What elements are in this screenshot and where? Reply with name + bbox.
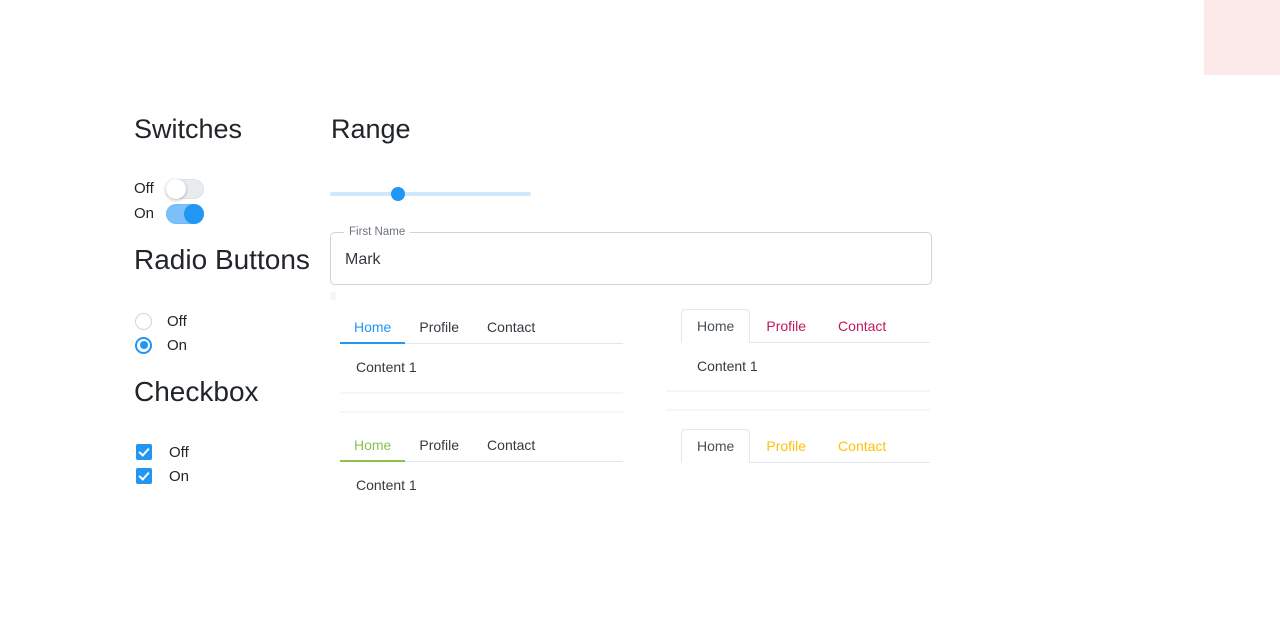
divider-left-upper [340, 392, 623, 394]
tab-profile[interactable]: Profile [405, 319, 473, 343]
switch-label-on: On [134, 205, 155, 222]
tabs-boxed-crimson: Home Profile Contact Content 1 [681, 309, 930, 374]
first-name-field[interactable]: First Name Mark [330, 226, 932, 285]
range-slider[interactable] [330, 186, 531, 202]
tab-contact[interactable]: Contact [822, 429, 902, 463]
tab-panel-content: Content 1 [356, 477, 417, 493]
radio-unchecked-icon[interactable] [135, 312, 152, 330]
first-name-value[interactable]: Mark [345, 250, 381, 269]
field-helper-mark [330, 292, 336, 300]
tab-contact[interactable]: Contact [473, 319, 549, 343]
radio-buttons-heading: Radio Buttons [134, 244, 310, 275]
switches-group: Off On [134, 178, 204, 225]
switch-toggle-off[interactable] [166, 179, 204, 199]
tab-strip: Home Profile Contact [340, 312, 623, 344]
range-heading: Range [331, 114, 411, 144]
switch-row-off[interactable]: Off [134, 178, 204, 200]
divider-left-lower [340, 411, 623, 413]
checkbox-row-on[interactable]: On [136, 464, 189, 488]
tab-contact[interactable]: Contact [473, 437, 549, 461]
radio-label-on: On [167, 336, 188, 354]
switches-heading: Switches [134, 114, 243, 144]
tab-home[interactable]: Home [340, 437, 406, 462]
pink-corner-block [1204, 0, 1280, 75]
divider-right-lower [666, 409, 930, 411]
tab-contact[interactable]: Contact [822, 309, 902, 343]
checkbox-label-off: Off [169, 443, 189, 461]
tab-panel-content [681, 463, 930, 478]
tab-home[interactable]: Home [681, 309, 751, 343]
tabs-underline-green: Home Profile Contact Content 1 [340, 430, 623, 493]
tabs-boxed-amber: Home Profile Contact [681, 429, 930, 478]
tabs-underline-blue: Home Profile Contact Content 1 [340, 312, 623, 375]
tab-strip: Home Profile Contact [681, 309, 930, 343]
radio-row-off[interactable]: Off [135, 309, 187, 333]
radio-group: Off On [135, 309, 187, 357]
tab-strip: Home Profile Contact [340, 430, 623, 462]
radio-label-off: Off [167, 312, 187, 330]
checkbox-group: Off On [136, 440, 189, 488]
switch-label-off: Off [134, 180, 154, 197]
range-track[interactable] [330, 192, 531, 196]
tab-profile[interactable]: Profile [405, 437, 473, 461]
first-name-label: First Name [344, 226, 411, 239]
checkbox-checked-icon[interactable] [136, 444, 152, 460]
divider-right-upper [666, 390, 930, 392]
radio-row-on[interactable]: On [135, 333, 187, 357]
checkbox-heading: Checkbox [134, 376, 259, 407]
tab-home[interactable]: Home [340, 319, 406, 344]
switch-row-on[interactable]: On [134, 203, 204, 225]
switch-toggle-on[interactable] [166, 204, 204, 224]
tab-profile[interactable]: Profile [750, 429, 822, 463]
tab-strip: Home Profile Contact [681, 429, 930, 463]
tab-profile[interactable]: Profile [750, 309, 822, 343]
tab-panel-content: Content 1 [697, 358, 758, 374]
range-thumb[interactable] [391, 187, 406, 201]
switch-knob-icon [184, 204, 204, 224]
checkbox-row-off[interactable]: Off [136, 440, 189, 464]
tab-home[interactable]: Home [681, 429, 751, 463]
radio-checked-icon[interactable] [135, 336, 152, 354]
checkbox-checked-icon[interactable] [136, 468, 152, 484]
switch-knob-icon [166, 179, 186, 199]
tab-panel-content: Content 1 [356, 359, 417, 375]
checkbox-label-on: On [169, 467, 190, 485]
